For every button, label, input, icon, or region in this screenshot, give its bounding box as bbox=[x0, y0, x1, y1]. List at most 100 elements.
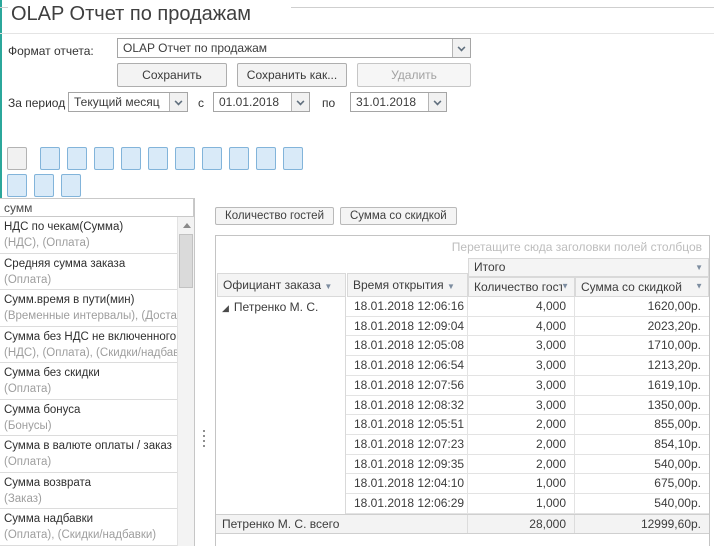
category-filter-button[interactable] bbox=[7, 147, 27, 170]
column-header-discounted-sum[interactable]: Сумма со скидкой bbox=[575, 277, 709, 297]
group-total-amount: 12999,60р. bbox=[575, 515, 709, 533]
page-title: OLAP Отчет по продажам bbox=[11, 3, 251, 26]
category-filter-button[interactable] bbox=[67, 147, 87, 170]
discounted-sum-cell: 1620,00р. bbox=[575, 297, 709, 317]
group-box-line-left bbox=[0, 7, 8, 8]
category-filter-button[interactable] bbox=[283, 147, 303, 170]
filter-dropdown-icon[interactable] bbox=[447, 282, 455, 291]
measure-field-title: Сумма возврата bbox=[4, 475, 177, 492]
table-row[interactable]: 18.01.2018 12:06:29 1,000 540,00р. bbox=[216, 494, 709, 514]
filter-dropdown-icon[interactable] bbox=[695, 258, 703, 275]
filter-dropdown-icon[interactable] bbox=[561, 277, 569, 295]
date-to-value: 31.01.2018 bbox=[356, 93, 426, 111]
measure-chip[interactable]: Сумма со скидкой bbox=[340, 207, 457, 225]
date-from-picker[interactable]: 01.01.2018 bbox=[213, 92, 310, 112]
category-filter-button[interactable] bbox=[256, 147, 276, 170]
row-group-cell[interactable]: Петренко М. С. bbox=[222, 300, 318, 314]
category-filter-button[interactable] bbox=[175, 147, 195, 170]
measure-field-item[interactable]: Сумма без НДС не включенного в с (НДС), … bbox=[0, 327, 177, 364]
filter-dropdown-icon[interactable] bbox=[324, 282, 332, 291]
group-box-line-right bbox=[291, 7, 714, 8]
measure-field-item[interactable]: Сумм.время в пути(мин) (Временные интерв… bbox=[0, 290, 177, 327]
chevron-down-icon[interactable] bbox=[291, 93, 309, 111]
table-row[interactable]: 18.01.2018 12:09:35 2,000 540,00р. bbox=[216, 455, 709, 475]
measure-field-item[interactable]: Сумма возврата (Заказ) bbox=[0, 473, 177, 510]
category-filter-row-2 bbox=[7, 174, 714, 198]
category-filter-button[interactable] bbox=[229, 147, 249, 170]
category-filter-button[interactable] bbox=[34, 174, 54, 197]
format-label: Формат отчета: bbox=[8, 44, 94, 58]
chevron-down-icon[interactable] bbox=[452, 39, 470, 57]
table-row[interactable]: 18.01.2018 12:05:51 2,000 855,00р. bbox=[216, 415, 709, 435]
guest-count-cell: 3,000 bbox=[468, 376, 575, 396]
filter-dropdown-icon[interactable] bbox=[695, 277, 703, 295]
measure-field-categories: (Временные интервалы), (Доставк bbox=[4, 309, 177, 324]
table-row[interactable]: 18.01.2018 12:06:54 3,000 1213,20р. bbox=[216, 356, 709, 376]
column-header-guest-count[interactable]: Количество гостей bbox=[468, 277, 575, 297]
discounted-sum-cell: 855,00р. bbox=[575, 415, 709, 435]
table-row[interactable]: 18.01.2018 12:07:23 2,000 854,10р. bbox=[216, 435, 709, 455]
table-row[interactable]: 18.01.2018 12:04:10 1,000 675,00р. bbox=[216, 474, 709, 494]
measure-field-title: НДС по чекам(Сумма) bbox=[4, 219, 177, 236]
guest-count-cell: 3,000 bbox=[468, 396, 575, 416]
chevron-down-icon[interactable] bbox=[428, 93, 446, 111]
field-list-scrollbar[interactable] bbox=[177, 217, 194, 546]
scrollbar-thumb[interactable] bbox=[179, 234, 193, 288]
table-row[interactable]: 18.01.2018 12:07:56 3,000 1619,10р. bbox=[216, 376, 709, 396]
row-header-open-time[interactable]: Время открытия bbox=[347, 273, 468, 297]
period-preset-combobox[interactable]: Текущий месяц bbox=[68, 92, 188, 112]
category-filter-button[interactable] bbox=[148, 147, 168, 170]
category-filter-button[interactable] bbox=[61, 174, 81, 197]
field-search-input[interactable] bbox=[0, 198, 194, 217]
collapse-group-icon[interactable] bbox=[222, 303, 229, 313]
measure-field-categories: (Бонусы) bbox=[4, 419, 177, 434]
group-total-row[interactable]: Петренко М. С. всего 28,000 12999,60р. bbox=[216, 514, 709, 534]
guest-count-cell: 4,000 bbox=[468, 297, 575, 317]
header-separator bbox=[0, 33, 714, 34]
save-as-button[interactable]: Сохранить как... bbox=[237, 63, 347, 87]
discounted-sum-cell: 540,00р. bbox=[575, 455, 709, 475]
measure-chip[interactable]: Количество гостей bbox=[215, 207, 334, 225]
guest-count-cell: 4,000 bbox=[468, 317, 575, 337]
measure-field-item[interactable]: Сумма надбавки (Оплата), (Скидки/надбавк… bbox=[0, 509, 177, 546]
category-filter-button[interactable] bbox=[40, 147, 60, 170]
measure-field-item[interactable]: Сумма бонуса (Бонусы) bbox=[0, 400, 177, 437]
measure-field-title: Сумма надбавки bbox=[4, 511, 177, 528]
measure-field-item[interactable]: Средняя сумма заказа (Оплата) bbox=[0, 254, 177, 291]
panel-splitter-handle[interactable] bbox=[201, 430, 207, 458]
report-format-value: OLAP Отчет по продажам bbox=[123, 39, 450, 57]
category-filter-button[interactable] bbox=[94, 147, 114, 170]
guest-count-cell: 2,000 bbox=[468, 435, 575, 455]
open-time-cell: 18.01.2018 12:08:32 bbox=[346, 396, 468, 416]
guest-count-cell: 1,000 bbox=[468, 494, 575, 514]
table-row[interactable]: 18.01.2018 12:09:04 4,000 2023,20р. bbox=[216, 317, 709, 337]
save-button[interactable]: Сохранить bbox=[117, 63, 227, 87]
chevron-down-icon[interactable] bbox=[169, 93, 187, 111]
column-group-header-total[interactable]: Итого bbox=[468, 258, 709, 277]
table-row[interactable]: 18.01.2018 12:05:08 3,000 1710,00р. bbox=[216, 336, 709, 356]
category-filter-button[interactable] bbox=[7, 174, 27, 197]
group-total-label: Петренко М. С. всего bbox=[216, 515, 468, 533]
table-row[interactable]: 18.01.2018 12:08:32 3,000 1350,00р. bbox=[216, 396, 709, 416]
category-filter-button[interactable] bbox=[202, 147, 222, 170]
open-time-cell: 18.01.2018 12:05:51 bbox=[346, 415, 468, 435]
discounted-sum-cell: 1710,00р. bbox=[575, 336, 709, 356]
report-format-combobox[interactable]: OLAP Отчет по продажам bbox=[117, 38, 471, 58]
row-header-waiter[interactable]: Официант заказа bbox=[217, 273, 346, 297]
guest-count-cell: 2,000 bbox=[468, 455, 575, 475]
category-filter-button[interactable] bbox=[121, 147, 141, 170]
discounted-sum-cell: 1619,10р. bbox=[575, 376, 709, 396]
guest-count-cell: 3,000 bbox=[468, 336, 575, 356]
measure-field-item[interactable]: Сумма в валюте оплаты / заказ (Оплата) bbox=[0, 436, 177, 473]
measure-field-title: Средняя сумма заказа bbox=[4, 256, 177, 273]
date-to-picker[interactable]: 31.01.2018 bbox=[350, 92, 447, 112]
measure-field-categories: (Оплата) bbox=[4, 382, 177, 397]
delete-button: Удалить bbox=[357, 63, 471, 87]
discounted-sum-cell: 675,00р. bbox=[575, 474, 709, 494]
period-preset-value: Текущий месяц bbox=[74, 93, 167, 111]
scroll-up-icon[interactable] bbox=[178, 217, 194, 233]
measure-field-item[interactable]: Сумма без скидки (Оплата) bbox=[0, 363, 177, 400]
group-name: Петренко М. С. bbox=[234, 300, 318, 314]
measure-field-categories: (Оплата), (Скидки/надбавки) bbox=[4, 528, 177, 543]
measure-field-item[interactable]: НДС по чекам(Сумма) (НДС), (Оплата) bbox=[0, 217, 177, 254]
